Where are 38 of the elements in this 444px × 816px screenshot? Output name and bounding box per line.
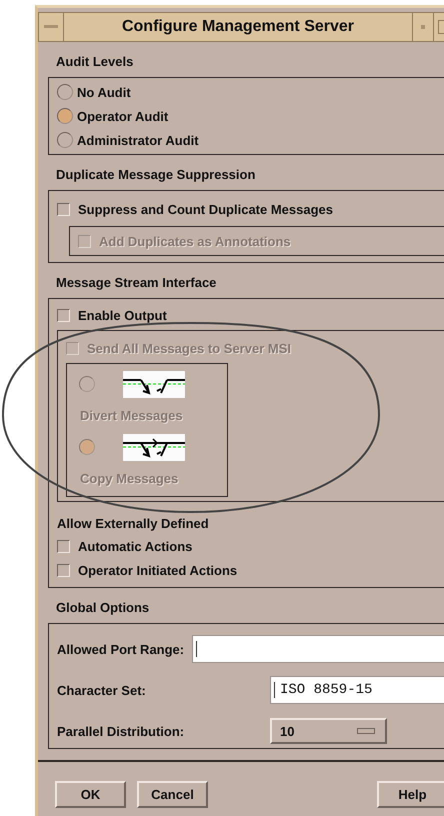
radio-button[interactable] bbox=[57, 84, 73, 100]
field-value: ISO 8859-15 bbox=[280, 682, 372, 698]
section-heading: Global Options bbox=[55, 599, 150, 617]
text-field[interactable]: ISO 8859-15 bbox=[270, 676, 444, 704]
field-label: Parallel Distribution: bbox=[57, 724, 184, 738]
checkbox-label: Suppress and Count Duplicate Messages bbox=[78, 202, 334, 216]
radio-button[interactable] bbox=[57, 108, 73, 124]
checkbox-label: Enable Output bbox=[78, 308, 167, 322]
radio-button[interactable] bbox=[57, 132, 73, 148]
section-heading: Duplicate Message Suppression bbox=[55, 166, 256, 184]
radio-label: No Audit bbox=[77, 84, 131, 100]
group-label: Allow Externally Defined bbox=[57, 515, 210, 531]
checkbox-label: Automatic Actions bbox=[78, 538, 192, 554]
checkbox-label: Send All Messages to Server MSI bbox=[87, 340, 291, 356]
dialog-button[interactable]: Cancel bbox=[137, 781, 208, 808]
field-label: Character Set: bbox=[57, 682, 146, 698]
text-field[interactable] bbox=[192, 635, 444, 663]
dialog-button[interactable]: Help bbox=[377, 781, 444, 808]
checkbox-label: Operator Initiated Actions bbox=[78, 562, 238, 578]
checkbox[interactable] bbox=[57, 308, 70, 322]
section-heading: Audit Levels bbox=[55, 53, 134, 71]
window-title: Configure Management Server bbox=[120, 17, 356, 37]
radio-label: Copy Messages bbox=[79, 470, 180, 488]
dialog-button[interactable]: OK bbox=[55, 781, 126, 808]
option-menu[interactable]: 10 bbox=[270, 718, 387, 744]
checkbox[interactable] bbox=[57, 564, 70, 576]
field-label: Allowed Port Range: bbox=[57, 642, 184, 656]
checkbox[interactable] bbox=[57, 540, 70, 552]
section-heading: Message Stream Interface bbox=[55, 274, 218, 292]
menu-indicator-icon bbox=[357, 728, 375, 734]
checkbox-label: Add Duplicates as Annotations bbox=[99, 234, 291, 248]
dash-icon bbox=[44, 25, 58, 29]
radio-label: Administrator Audit bbox=[77, 132, 199, 148]
checkbox[interactable] bbox=[57, 202, 70, 216]
radio-label: Operator Audit bbox=[77, 108, 168, 124]
copy-diagram-icon bbox=[123, 434, 185, 460]
divert-diagram-icon bbox=[123, 370, 185, 398]
radio-label: Divert Messages bbox=[79, 407, 184, 425]
